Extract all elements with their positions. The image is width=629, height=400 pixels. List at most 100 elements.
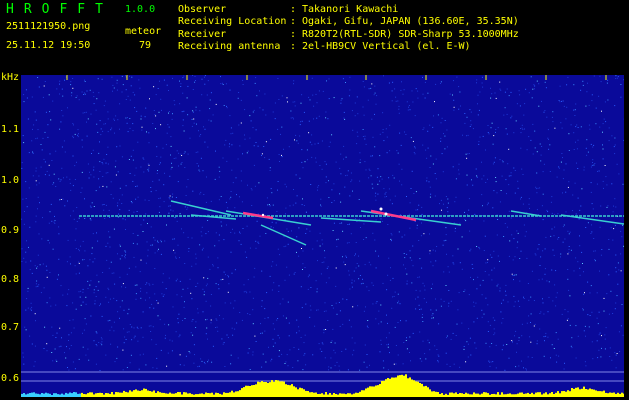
noise-pixel <box>154 252 156 254</box>
noise-pixel <box>561 153 563 154</box>
signal-bar <box>89 392 91 397</box>
noise-pixel <box>119 187 121 189</box>
noise-pixel <box>435 158 437 160</box>
noise-pixel <box>555 296 557 298</box>
noise-pixel <box>495 177 497 178</box>
noise-pixel <box>252 297 254 299</box>
noise-pixel <box>51 352 53 353</box>
noise-pixel <box>349 89 351 91</box>
noise-pixel <box>145 364 147 366</box>
noise-pixel <box>101 162 103 163</box>
noise-pixel <box>136 185 138 187</box>
noise-pixel <box>394 291 396 293</box>
noise-pixel <box>613 205 614 207</box>
noise-pixel <box>599 75 601 77</box>
noise-pixel <box>429 250 431 252</box>
noise-pixel <box>131 326 133 328</box>
noise-pixel <box>87 348 89 350</box>
noise-pixel <box>380 176 382 178</box>
noise-pixel <box>289 349 291 351</box>
noise-pixel <box>514 170 516 171</box>
signal-bar <box>291 384 293 397</box>
noise-pixel <box>446 363 448 365</box>
noise-pixel <box>129 118 131 119</box>
noise-pixel <box>470 354 472 356</box>
noise-pixel <box>477 94 479 96</box>
noise-pixel <box>356 96 358 98</box>
noise-pixel <box>374 85 376 87</box>
noise-pixel <box>411 170 413 172</box>
noise-pixel <box>335 285 337 287</box>
noise-pixel <box>406 273 408 275</box>
noise-pixel <box>212 265 214 267</box>
noise-pixel <box>49 211 51 213</box>
noise-pixel <box>119 276 121 278</box>
noise-pixel <box>502 344 504 346</box>
noise-pixel <box>203 291 205 293</box>
noise-pixel <box>125 89 127 91</box>
noise-pixel <box>441 209 442 211</box>
noise-pixel <box>362 129 364 130</box>
noise-pixel <box>612 313 614 314</box>
noise-pixel <box>504 369 506 371</box>
noise-pixel <box>453 80 454 82</box>
noise-pixel <box>611 135 613 137</box>
noise-pixel <box>418 276 420 278</box>
noise-pixel <box>209 268 211 270</box>
signal-bar <box>121 392 123 397</box>
noise-pixel <box>363 114 365 116</box>
noise-pixel <box>492 163 494 165</box>
noise-pixel <box>265 361 267 363</box>
noise-pixel <box>326 267 328 269</box>
noise-pixel <box>464 122 466 124</box>
noise-pixel <box>362 106 364 108</box>
noise-pixel <box>561 313 563 315</box>
signal-bar <box>451 392 453 397</box>
noise-pixel <box>125 185 127 187</box>
signal-bar <box>115 392 117 397</box>
noise-pixel <box>157 88 159 89</box>
noise-pixel <box>400 320 401 322</box>
signal-bar <box>531 392 533 397</box>
signal-bar <box>225 392 227 397</box>
noise-pixel <box>274 328 275 330</box>
noise-pixel <box>104 218 106 219</box>
noise-pixel <box>351 286 353 288</box>
signal-bar <box>151 391 153 397</box>
noise-pixel <box>66 261 68 263</box>
signal-bar <box>183 392 185 397</box>
signal-bar <box>35 393 37 397</box>
noise-pixel <box>339 325 341 327</box>
noise-pixel <box>217 267 219 269</box>
noise-pixel <box>154 268 156 269</box>
noise-pixel <box>348 242 350 244</box>
noise-pixel <box>101 78 103 80</box>
noise-pixel <box>175 256 177 258</box>
signal-bar <box>67 393 69 397</box>
noise-pixel <box>95 331 97 333</box>
noise-pixel <box>407 109 409 111</box>
noise-pixel <box>483 313 485 315</box>
noise-pixel <box>501 322 503 324</box>
signal-bar <box>401 374 403 397</box>
noise-pixel <box>490 87 491 89</box>
noise-pixel <box>132 123 134 125</box>
noise-pixel <box>58 346 60 348</box>
noise-pixel <box>419 309 421 310</box>
noise-pixel <box>356 263 358 264</box>
noise-pixel <box>409 250 411 252</box>
noise-pixel <box>318 343 320 345</box>
noise-pixel <box>99 370 101 371</box>
noise-pixel <box>269 167 271 169</box>
signal-bar <box>583 386 585 397</box>
noise-pixel <box>72 210 74 212</box>
noise-pixel <box>175 257 177 259</box>
noise-pixel <box>135 186 137 187</box>
noise-pixel <box>160 98 162 100</box>
noise-pixel <box>519 105 521 107</box>
noise-pixel <box>468 153 470 154</box>
noise-pixel <box>366 354 368 355</box>
noise-pixel <box>37 129 39 131</box>
noise-pixel <box>567 230 569 232</box>
noise-pixel <box>226 334 228 336</box>
